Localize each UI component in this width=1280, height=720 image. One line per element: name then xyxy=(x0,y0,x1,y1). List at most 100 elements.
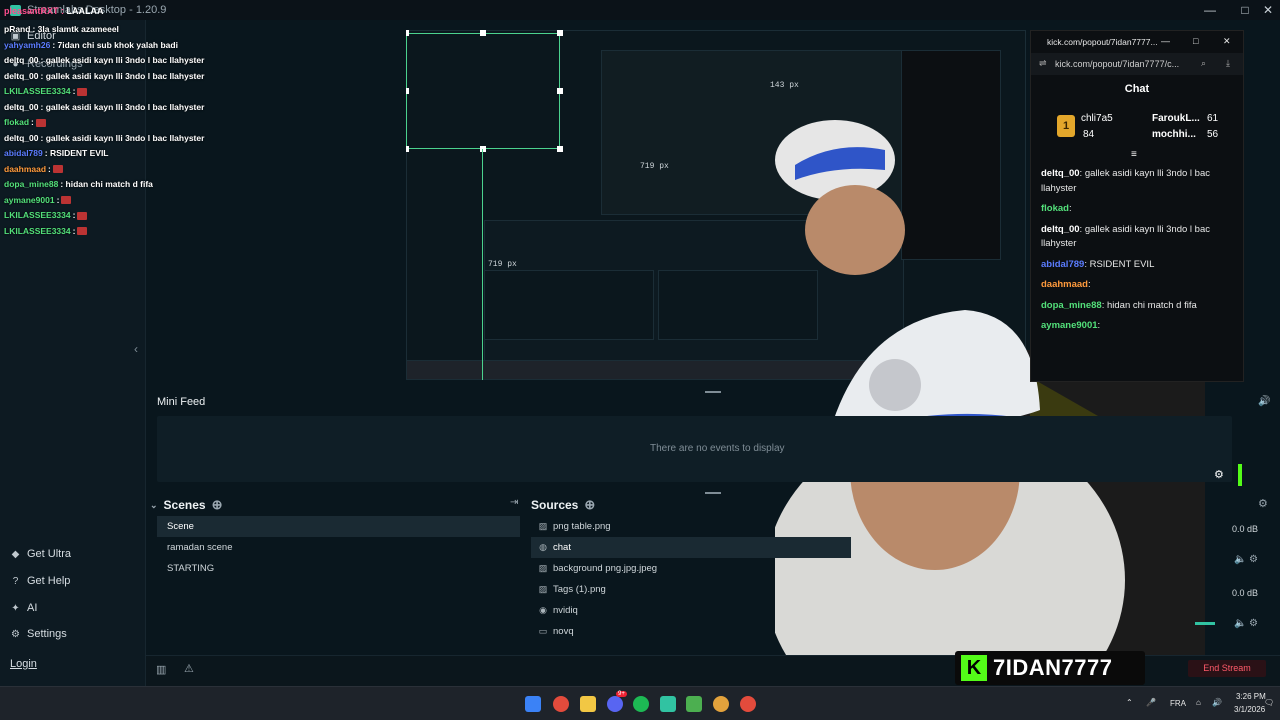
chat-username: aymane9001 xyxy=(4,194,55,205)
nav-ai[interactable]: ✦ AI xyxy=(10,602,37,614)
close-icon[interactable]: ✕ xyxy=(1223,36,1231,47)
leader-count: 61 xyxy=(1207,113,1219,124)
mixer-settings-icon[interactable]: ⚙ xyxy=(1249,618,1258,629)
volume-icon[interactable]: 🔊 xyxy=(1212,698,1222,707)
maximize-icon[interactable]: □ xyxy=(1233,0,1257,20)
end-stream-button[interactable]: End Stream xyxy=(1188,660,1266,677)
maximize-icon[interactable]: □ xyxy=(1193,36,1198,46)
nav-get-help[interactable]: ? Get Help xyxy=(10,575,71,587)
source-item[interactable]: ◉ nvidiq xyxy=(531,600,851,621)
login-link[interactable]: Login xyxy=(10,658,37,670)
download-icon[interactable]: ⤓ xyxy=(1226,58,1230,69)
chat-username[interactable]: flokad xyxy=(1041,203,1069,214)
stats-icon[interactable]: ▥ xyxy=(156,663,166,676)
language-indicator[interactable]: FRA xyxy=(1170,699,1186,708)
chat-username: LKILASSEE3334 xyxy=(4,210,71,220)
add-source-button[interactable]: ⊕ xyxy=(584,497,595,513)
site-settings-icon[interactable]: ⇌ xyxy=(1039,58,1047,69)
collapse-chevron-icon[interactable]: ‹ xyxy=(134,342,138,356)
mixer-settings-icon[interactable]: ⚙ xyxy=(1249,554,1258,565)
notifications-icon[interactable]: 🗨 xyxy=(1264,698,1274,707)
streamlabs-icon[interactable] xyxy=(660,696,676,712)
scene-item[interactable]: STARTING xyxy=(157,558,520,579)
chat-message: : 3la slamtk azameeel xyxy=(32,24,119,34)
chat-message: : gallek asidi kayn lli 3ndo l bac llahy… xyxy=(40,132,205,143)
chrome-profile-icon[interactable] xyxy=(713,696,729,712)
leader-count: 56 xyxy=(1207,129,1219,140)
resize-handle[interactable] xyxy=(557,30,563,36)
close-icon[interactable]: ✕ xyxy=(1256,0,1280,20)
chat-message: : xyxy=(31,117,34,127)
chat-username: deltq_00 xyxy=(4,70,39,81)
resize-handle[interactable] xyxy=(557,146,563,152)
webcam-icon: ◉ xyxy=(539,605,547,615)
volume-icon[interactable]: 🔈 xyxy=(1234,618,1246,629)
chat-settings-gear-icon[interactable]: ⚙ xyxy=(1214,468,1224,481)
mixer-gear-icon[interactable]: ⚙ xyxy=(1258,497,1268,510)
chat-message: : xyxy=(56,194,60,205)
windows-start-icon[interactable] xyxy=(525,696,541,712)
chat-message-row: flokad: xyxy=(1031,202,1243,217)
app-icon[interactable] xyxy=(686,696,702,712)
resize-handle[interactable] xyxy=(406,30,409,36)
scene-transitions-icon[interactable]: ⇥ xyxy=(510,497,518,508)
chat-username[interactable]: aymane9001 xyxy=(1041,320,1098,331)
resize-handle[interactable] xyxy=(406,146,409,152)
chat-username: LKILASSEE3334 xyxy=(4,86,71,96)
overlay-header-text: LAALAA xyxy=(66,6,104,16)
resize-handle[interactable] xyxy=(557,88,563,94)
popout-url-bar[interactable]: ⇌ kick.com/popout/7idan7777/c... ⌕ ⤓ xyxy=(1031,53,1243,75)
source-item[interactable]: ▨ Tags (1).png xyxy=(531,579,851,600)
drag-handle[interactable] xyxy=(705,391,721,393)
image-icon: ▨ xyxy=(538,563,548,573)
chat-username: daahmaad xyxy=(4,163,47,174)
pinned-toggle-icon[interactable]: ≡ xyxy=(1131,149,1137,160)
spotify-icon[interactable] xyxy=(633,696,649,712)
clock-time[interactable]: 3:26 PM xyxy=(1236,692,1266,701)
chat-username[interactable]: deltq_00 xyxy=(1041,224,1080,235)
collapse-chevron-icon[interactable]: ⌄ xyxy=(150,500,158,511)
file-explorer-icon[interactable] xyxy=(580,696,596,712)
add-scene-button[interactable]: ⊕ xyxy=(212,497,223,513)
source-item[interactable]: ▨ background png.jpg.jpeg xyxy=(531,558,851,579)
resize-handle[interactable] xyxy=(480,146,486,152)
chat-message-row: deltq_00: gallek asidi kayn lli 3ndo l b… xyxy=(1031,167,1243,196)
network-icon[interactable]: ⌂ xyxy=(1196,698,1201,707)
discord-icon[interactable] xyxy=(607,696,623,712)
minimize-icon[interactable]: — xyxy=(1161,36,1170,46)
microphone-icon[interactable]: 🎤 xyxy=(1146,698,1156,707)
chat-username[interactable]: daahmaad xyxy=(1041,279,1088,290)
chat-username: deltq_00 xyxy=(4,55,39,65)
minimize-icon[interactable]: — xyxy=(1198,0,1222,20)
emote-icon xyxy=(35,118,46,127)
volume-icon[interactable]: 🔊 xyxy=(1258,396,1270,407)
resize-handle[interactable] xyxy=(480,30,486,36)
chat-username[interactable]: abidal789 xyxy=(1041,259,1084,270)
source-item[interactable]: ▭ novq xyxy=(531,621,851,642)
tray-chevron-icon[interactable]: ⌃ xyxy=(1126,698,1133,707)
emote-icon xyxy=(52,165,63,174)
zoom-icon[interactable]: ⌕ xyxy=(1201,58,1206,69)
chat-message-row: aymane9001: xyxy=(1031,319,1243,334)
chrome-icon[interactable] xyxy=(740,696,756,712)
alert-icon[interactable]: ⚠ xyxy=(184,662,194,675)
scene-item[interactable]: ramadan scene xyxy=(157,537,520,558)
chat-username[interactable]: deltq_00 xyxy=(1041,168,1080,179)
emote-icon xyxy=(77,87,88,96)
chrome-icon[interactable] xyxy=(553,696,569,712)
source-item[interactable]: ◍ chat xyxy=(531,537,851,558)
volume-slider[interactable] xyxy=(1195,622,1215,625)
selection-box[interactable] xyxy=(406,33,560,149)
chat-username: yahyamh26 xyxy=(4,39,51,50)
source-item[interactable]: ▨ png table.png xyxy=(531,516,851,537)
source-label: chat xyxy=(553,542,571,553)
clock-date[interactable]: 3/1/2026 xyxy=(1234,705,1265,714)
resize-handle[interactable] xyxy=(406,88,409,94)
scene-item[interactable]: Scene xyxy=(157,516,520,537)
chat-overlay-line: LKILASSEE3334: xyxy=(4,224,284,240)
volume-icon[interactable]: 🔈 xyxy=(1234,554,1246,565)
nav-settings[interactable]: ⚙ Settings xyxy=(10,628,67,640)
chat-username[interactable]: dopa_mine88 xyxy=(1041,300,1102,311)
nav-get-ultra[interactable]: ◆ Get Ultra xyxy=(10,548,71,560)
source-label: nvidiq xyxy=(553,605,578,616)
